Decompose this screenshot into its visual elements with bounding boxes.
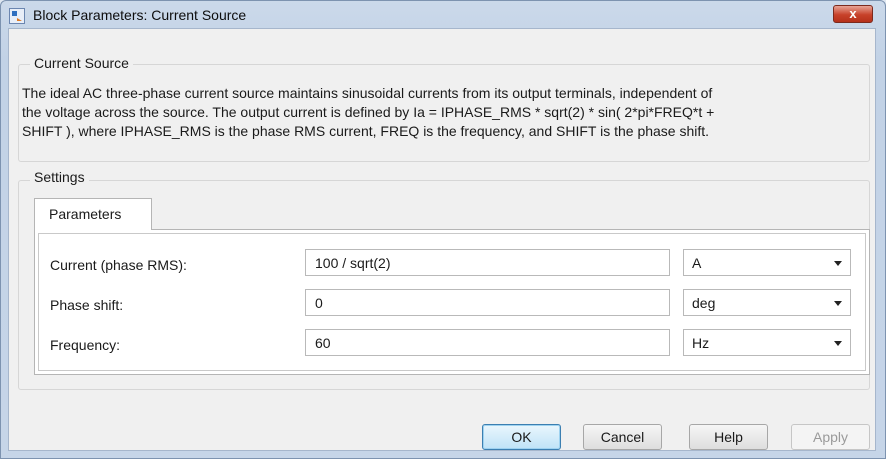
phase-shift-unit-select[interactable]: deg bbox=[683, 289, 851, 316]
ok-button[interactable]: OK bbox=[482, 424, 561, 450]
current-input-value: 100 / sqrt(2) bbox=[315, 255, 391, 271]
description-line: The ideal AC three-phase current source … bbox=[22, 85, 713, 101]
phase-shift-unit-value: deg bbox=[692, 295, 716, 311]
simulink-block-icon bbox=[9, 8, 25, 24]
phase-shift-input-value: 0 bbox=[315, 295, 323, 311]
block-description: The ideal AC three-phase current source … bbox=[22, 84, 852, 141]
settings-group-label: Settings bbox=[30, 169, 89, 185]
close-button[interactable]: x bbox=[833, 5, 873, 23]
cancel-button[interactable]: Cancel bbox=[583, 424, 662, 450]
chevron-down-icon bbox=[834, 301, 842, 306]
tab-parameters-label: Parameters bbox=[49, 206, 122, 222]
frequency-input-value: 60 bbox=[315, 335, 331, 351]
current-input[interactable]: 100 / sqrt(2) bbox=[305, 249, 670, 276]
frequency-label: Frequency: bbox=[50, 337, 121, 353]
current-unit-value: A bbox=[692, 255, 702, 271]
phase-shift-label: Phase shift: bbox=[50, 297, 124, 313]
frequency-input[interactable]: 60 bbox=[305, 329, 670, 356]
current-unit-select[interactable]: A bbox=[683, 249, 851, 276]
close-icon: x bbox=[849, 6, 857, 21]
description-line: SHIFT ), where IPHASE_RMS is the phase R… bbox=[22, 123, 710, 139]
chevron-down-icon bbox=[834, 341, 842, 346]
tab-parameters[interactable]: Parameters bbox=[34, 198, 152, 230]
description-line: the voltage across the source. The outpu… bbox=[22, 104, 715, 120]
help-button[interactable]: Help bbox=[689, 424, 768, 450]
frequency-unit-value: Hz bbox=[692, 335, 710, 351]
title-bar[interactable]: Block Parameters: Current Source x bbox=[1, 1, 885, 29]
current-source-group-label: Current Source bbox=[30, 55, 133, 71]
current-label: Current (phase RMS): bbox=[50, 257, 187, 273]
phase-shift-input[interactable]: 0 bbox=[305, 289, 670, 316]
frequency-unit-select[interactable]: Hz bbox=[683, 329, 851, 356]
window-title: Block Parameters: Current Source bbox=[33, 7, 247, 23]
apply-button[interactable]: Apply bbox=[791, 424, 870, 450]
chevron-down-icon bbox=[834, 261, 842, 266]
